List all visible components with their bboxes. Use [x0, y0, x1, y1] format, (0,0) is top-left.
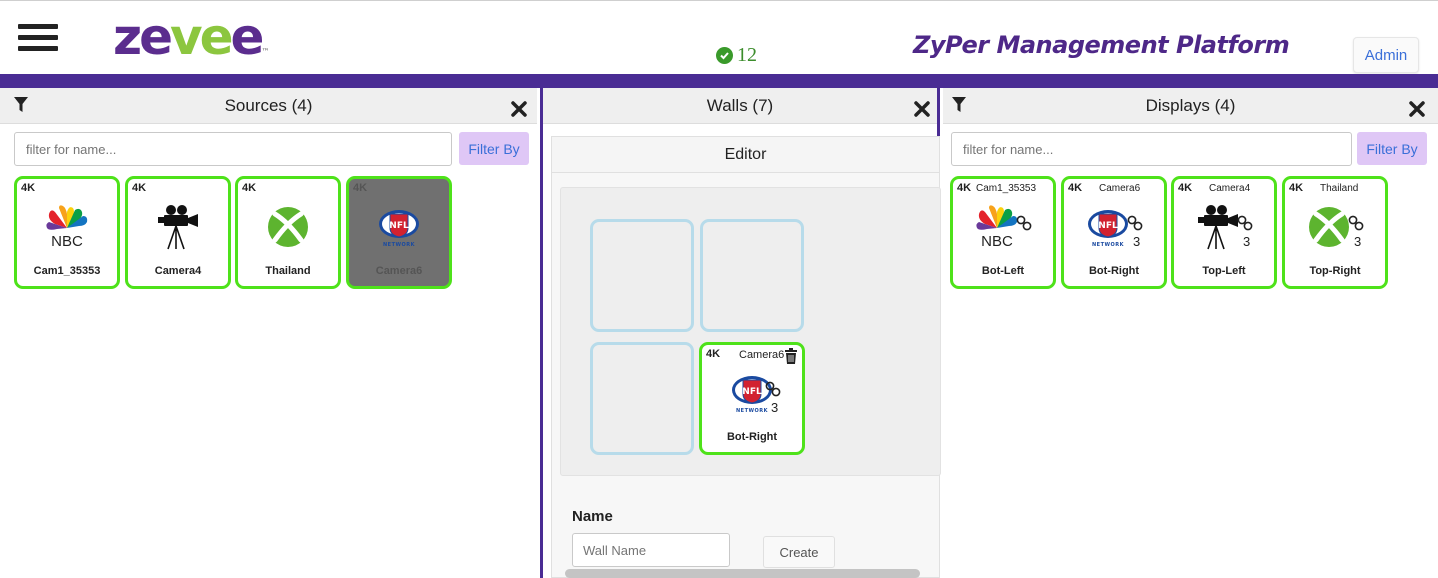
- display-tile-bot-right[interactable]: 4K Camera6 3 Bot-Right: [1061, 176, 1167, 289]
- wall-cell-bot-left[interactable]: [590, 342, 694, 455]
- source-tile-camera6-selected[interactable]: 4K Camera6: [346, 176, 452, 289]
- nbc-icon: [45, 204, 89, 250]
- link-icon: [1016, 215, 1032, 231]
- displays-filter-by-button[interactable]: Filter By: [1357, 132, 1427, 165]
- displays-title: Displays (4): [1145, 96, 1236, 115]
- status-indicator[interactable]: 12: [716, 44, 757, 67]
- source-tile-thailand[interactable]: 4K Thailand: [235, 176, 341, 289]
- wall-cell-top-left[interactable]: [590, 219, 694, 332]
- horizontal-scrollbar[interactable]: [565, 569, 920, 578]
- xbox-icon: [266, 204, 310, 250]
- sources-panel: Sources (4) Filter By 4K Cam1_35353 4K C…: [0, 88, 537, 578]
- wall-editor: Editor 4K Camera6 3 Bot-Right Name Creat…: [551, 136, 941, 578]
- create-button[interactable]: Create: [763, 536, 835, 568]
- nfl-network-icon: [377, 204, 421, 250]
- trash-icon[interactable]: [784, 348, 798, 364]
- wall-layout-grid: 4K Camera6 3 Bot-Right: [560, 187, 941, 476]
- video-camera-icon: [156, 204, 200, 250]
- status-count: 12: [737, 44, 757, 66]
- platform-title: ZyPer Management Platform: [913, 31, 1290, 59]
- displays-panel: Displays (4) Filter By 4K Cam1_35353 Bot…: [943, 88, 1438, 578]
- wall-name-label: Name: [572, 508, 613, 525]
- link-icon: [1237, 215, 1253, 231]
- wall-cell-bot-right[interactable]: 4K Camera6 3 Bot-Right: [699, 342, 805, 455]
- link-icon: [1348, 215, 1364, 231]
- sources-title: Sources (4): [224, 96, 313, 115]
- link-icon: [1127, 215, 1143, 231]
- sources-filter-input[interactable]: [14, 132, 452, 166]
- video-camera-icon: [1196, 204, 1240, 250]
- sources-filter-by-button[interactable]: Filter By: [459, 132, 529, 165]
- display-tile-bot-left[interactable]: 4K Cam1_35353 Bot-Left: [950, 176, 1056, 289]
- xbox-icon: [1307, 204, 1351, 250]
- close-icon[interactable]: [510, 100, 528, 118]
- hamburger-menu-icon[interactable]: [18, 24, 58, 52]
- editor-title: Editor: [552, 137, 939, 173]
- zeevee-logo: zevee™: [113, 8, 270, 66]
- source-tile-cam1[interactable]: 4K Cam1_35353: [14, 176, 120, 289]
- header-accent-bar: [0, 74, 1438, 88]
- source-tile-camera4[interactable]: 4K Camera4: [125, 176, 231, 289]
- app-header: zevee™ 12 ZyPer Management Platform Admi…: [0, 1, 1438, 74]
- walls-panel: Walls (7) Editor 4K Camera6 3 Bot-Right: [540, 88, 941, 578]
- displays-filter-input[interactable]: [951, 132, 1352, 166]
- link-icon: [765, 381, 781, 397]
- nbc-icon: [975, 204, 1019, 250]
- walls-panel-header: Walls (7): [543, 88, 937, 124]
- display-tile-top-left[interactable]: 4K Camera4 3 Top-Left: [1171, 176, 1277, 289]
- close-icon[interactable]: [1408, 100, 1426, 118]
- close-icon[interactable]: [913, 100, 931, 118]
- walls-title: Walls (7): [706, 96, 774, 115]
- wall-cell-top-right[interactable]: [700, 219, 804, 332]
- cell-device-name: Camera6: [739, 349, 785, 361]
- admin-button[interactable]: Admin: [1353, 37, 1419, 73]
- wall-name-input[interactable]: [572, 533, 730, 567]
- sources-panel-header: Sources (4): [0, 88, 537, 124]
- display-tile-top-right[interactable]: 4K Thailand 3 Top-Right: [1282, 176, 1388, 289]
- check-circle-icon: [716, 47, 733, 64]
- nfl-network-icon: [1086, 204, 1130, 250]
- displays-panel-header: Displays (4): [943, 88, 1438, 124]
